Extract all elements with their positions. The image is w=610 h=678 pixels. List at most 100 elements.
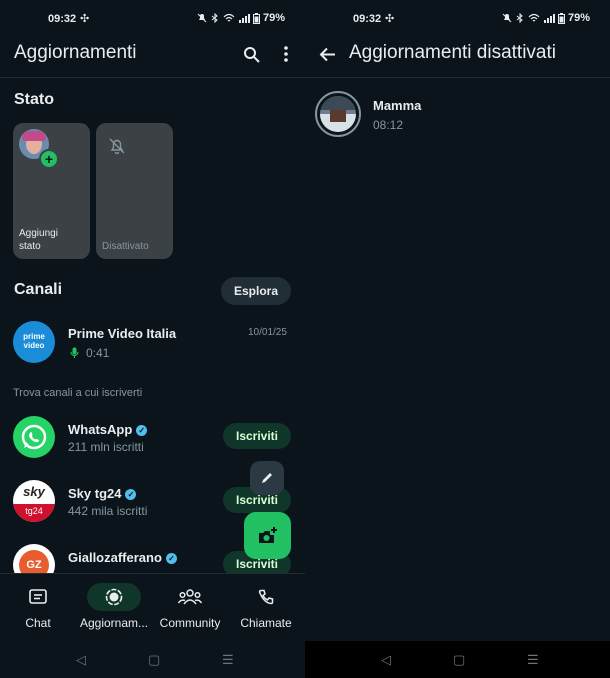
channel-subscribers: 442 mila iscritti bbox=[68, 504, 148, 518]
suggested-channel-row[interactable]: sky tg24 Sky tg24 ✓ 442 mila iscritti bbox=[0, 474, 220, 528]
whatsapp-logo-icon bbox=[13, 416, 55, 458]
verified-icon: ✓ bbox=[136, 425, 148, 436]
wifi-icon bbox=[528, 13, 540, 22]
channel-name-row: WhatsApp ✓ bbox=[68, 422, 148, 437]
add-icon: + bbox=[39, 149, 59, 169]
home-square-icon[interactable]: ▢ bbox=[453, 652, 465, 668]
phone-icon bbox=[258, 589, 274, 605]
nav-calls[interactable]: Chiamate bbox=[228, 580, 304, 636]
settings-notification-icon: ✣ bbox=[80, 13, 90, 25]
camera-add-icon bbox=[258, 526, 277, 543]
giallozafferano-avatar: GZ bbox=[13, 544, 55, 574]
battery-icon bbox=[252, 12, 260, 24]
signal-icon bbox=[543, 14, 555, 23]
status-bar: 09:32 ✣ 79% bbox=[305, 10, 610, 30]
add-status-label: Aggiungi stato bbox=[19, 228, 58, 252]
recents-menu-icon[interactable]: ☰ bbox=[222, 652, 234, 668]
battery-level: 79% bbox=[262, 12, 285, 24]
explore-button[interactable]: Esplora bbox=[221, 277, 291, 305]
system-navigation-bar: ◁ ▢ ☰ bbox=[305, 641, 610, 678]
updates-screen: 09:32 ✣ 79% Aggiornamenti Stato + Aggiun… bbox=[0, 0, 305, 678]
settings-notification-icon: ✣ bbox=[385, 13, 395, 25]
muted-status-card[interactable]: Disattivato bbox=[96, 123, 173, 259]
search-button[interactable] bbox=[239, 42, 263, 66]
status-icons: 79% bbox=[502, 12, 590, 24]
channel-name: WhatsApp bbox=[68, 422, 133, 437]
new-text-status-button[interactable] bbox=[250, 461, 284, 495]
channel-audio-duration: 0:41 bbox=[86, 346, 110, 360]
nav-updates-label: Aggiornam... bbox=[79, 616, 149, 630]
nav-chat[interactable]: Chat bbox=[0, 580, 76, 636]
muted-status-row[interactable]: Mamma 08:12 bbox=[305, 86, 610, 144]
channel-name: Sky tg24 bbox=[68, 486, 122, 501]
canali-section-title: Canali bbox=[14, 281, 63, 298]
divider bbox=[305, 77, 610, 78]
channel-row[interactable]: prime video Prime Video Italia 0:41 10/01… bbox=[0, 315, 305, 373]
pencil-icon bbox=[262, 473, 272, 483]
bottom-navigation: Chat Aggiornam... Community Chiamate bbox=[0, 573, 305, 642]
bluetooth-icon bbox=[211, 13, 218, 23]
back-triangle-icon[interactable]: ◁ bbox=[76, 652, 86, 668]
status-icons: 79% bbox=[197, 12, 285, 24]
battery-icon bbox=[557, 12, 565, 24]
more-vertical-icon bbox=[284, 46, 288, 62]
page-title: Aggiornamenti disattivati bbox=[349, 42, 556, 63]
prime-video-avatar: prime video bbox=[13, 321, 55, 363]
system-navigation-bar: ◁ ▢ ☰ bbox=[0, 641, 305, 678]
verified-icon: ✓ bbox=[125, 489, 137, 500]
channel-subscribers: 211 mln iscritti bbox=[68, 440, 144, 454]
status-time: 09:32 bbox=[48, 13, 77, 25]
arrow-left-icon bbox=[319, 47, 335, 61]
status-time: 09:32 bbox=[353, 13, 382, 25]
nav-chat-icon-container bbox=[11, 583, 65, 611]
recents-menu-icon[interactable]: ☰ bbox=[527, 652, 539, 668]
status-ring bbox=[315, 91, 361, 137]
add-status-card[interactable]: + Aggiungi stato bbox=[13, 123, 90, 259]
channel-name: Prime Video Italia bbox=[68, 326, 177, 341]
stato-section-title: Stato bbox=[14, 91, 54, 108]
back-triangle-icon[interactable]: ◁ bbox=[381, 652, 391, 668]
nav-updates-icon-container bbox=[87, 583, 141, 611]
nav-community[interactable]: Community bbox=[152, 580, 228, 636]
microphone-icon bbox=[70, 347, 79, 358]
muted-label: Disattivato bbox=[102, 241, 149, 252]
mute-icon bbox=[502, 13, 512, 23]
updates-icon bbox=[105, 588, 123, 606]
channel-name: Giallozafferano bbox=[68, 550, 162, 565]
find-channels-label: Trova canali a cui iscriverti bbox=[13, 387, 143, 399]
avatar bbox=[320, 96, 356, 132]
battery-level: 79% bbox=[567, 12, 590, 24]
community-icon bbox=[178, 589, 202, 605]
more-options-button[interactable] bbox=[274, 42, 298, 66]
subscribe-button[interactable]: Iscriviti bbox=[223, 423, 291, 449]
wifi-icon bbox=[223, 13, 235, 22]
contact-name: Mamma bbox=[373, 98, 422, 113]
muted-updates-screen: 09:32 ✣ 79% Aggiornamenti disattivati Ma… bbox=[305, 0, 610, 678]
channel-name-row: Sky tg24 ✓ bbox=[68, 486, 137, 501]
channel-date: 10/01/25 bbox=[248, 327, 287, 338]
status-bar: 09:32 ✣ 79% bbox=[0, 10, 305, 30]
search-icon bbox=[243, 46, 260, 63]
nav-updates[interactable]: Aggiornam... bbox=[76, 580, 152, 636]
sky-tg24-avatar: sky tg24 bbox=[13, 480, 55, 522]
signal-icon bbox=[238, 14, 250, 23]
camera-status-button[interactable] bbox=[244, 512, 291, 559]
nav-calls-label: Chiamate bbox=[240, 616, 292, 630]
page-title: Aggiornamenti bbox=[14, 42, 137, 63]
status-time: 08:12 bbox=[373, 118, 404, 132]
divider bbox=[0, 77, 305, 78]
back-button[interactable] bbox=[315, 42, 339, 66]
bell-off-icon bbox=[109, 138, 125, 155]
verified-icon: ✓ bbox=[165, 553, 177, 564]
suggested-channel-row[interactable]: WhatsApp ✓ 211 mln iscritti bbox=[0, 410, 220, 464]
channel-name-row: Giallozafferano ✓ bbox=[68, 550, 177, 565]
chat-icon bbox=[29, 589, 47, 604]
suggested-channel-row[interactable]: GZ Giallozafferano ✓ bbox=[0, 538, 220, 574]
nav-community-icon-container bbox=[163, 583, 217, 611]
nav-chat-label: Chat bbox=[25, 616, 51, 630]
nav-calls-icon-container bbox=[239, 583, 293, 611]
bluetooth-icon bbox=[516, 13, 523, 23]
home-square-icon[interactable]: ▢ bbox=[148, 652, 160, 668]
nav-community-label: Community bbox=[159, 616, 221, 630]
mute-icon bbox=[197, 13, 207, 23]
